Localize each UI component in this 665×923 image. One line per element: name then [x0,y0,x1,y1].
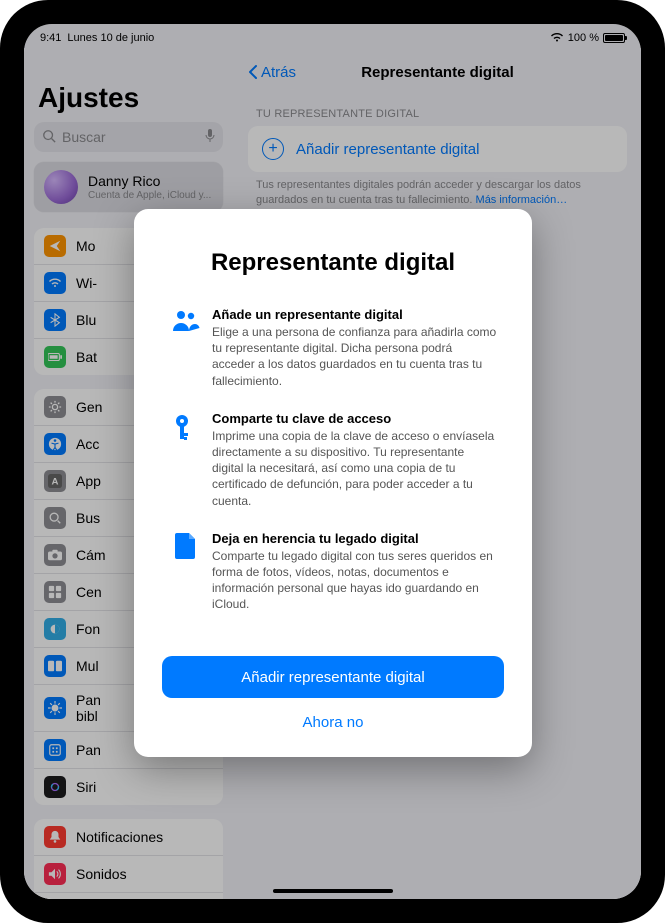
add-legacy-contact-button[interactable]: Añadir representante digital [162,656,504,698]
feature-title: Añade un representante digital [212,307,498,322]
ipad-frame: 9:41 Lunes 10 de junio 100 % Ajustes B [0,0,665,923]
feature-body: Comparte tu legado digital con tus seres… [212,548,498,613]
feature-list: Añade un representante digital Elige a un… [162,307,504,656]
sheet-title: Representante digital [162,249,504,277]
screen: 9:41 Lunes 10 de junio 100 % Ajustes B [24,24,641,899]
document-icon [168,531,204,613]
feature-title: Deja en herencia tu legado digital [212,531,498,546]
feature-item: Deja en herencia tu legado digital Compar… [168,531,498,613]
people-icon [168,307,204,389]
home-indicator[interactable] [273,889,393,893]
key-icon [168,411,204,509]
feature-body: Imprime una copia de la clave de acceso … [212,428,498,509]
feature-title: Comparte tu clave de acceso [212,411,498,426]
feature-item: Comparte tu clave de acceso Imprime una c… [168,411,498,509]
not-now-button[interactable]: Ahora no [162,708,504,737]
legacy-contact-sheet: Representante digital Añade un represent… [134,209,532,757]
feature-body: Elige a una persona de confianza para añ… [212,324,498,389]
feature-item: Añade un representante digital Elige a un… [168,307,498,389]
